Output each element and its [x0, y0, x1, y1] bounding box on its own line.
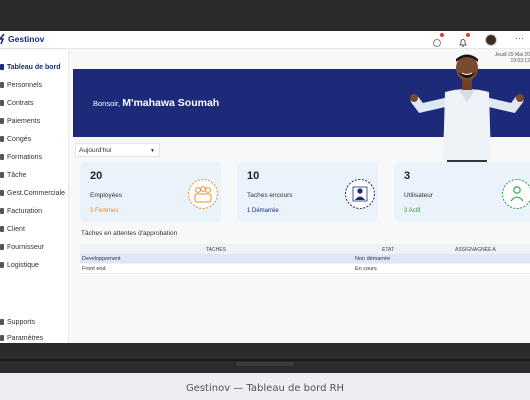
sidebar-item-label: Gest.Commerciale	[7, 189, 65, 197]
approvals-table: TACHES ETAT ASSIGNAGNEE A Developpement …	[80, 244, 530, 274]
sidebar-item-client[interactable]: Client	[0, 221, 25, 237]
greeting-text: Bonsoir, M'mahawa Soumah	[93, 97, 219, 109]
laptop-notch	[236, 362, 294, 366]
stat-sub: 1 Démarrée	[247, 208, 279, 214]
sidebar-item-facturation[interactable]: Facturation	[0, 203, 42, 219]
gear-icon	[0, 335, 4, 341]
sidebar-item-paiements[interactable]: Paiements	[0, 113, 40, 129]
task-cell: Front end	[82, 266, 106, 272]
sidebar-item-label: Personnels	[7, 81, 43, 89]
task-cell: Developpement	[82, 256, 121, 262]
logistics-icon	[0, 262, 4, 268]
stat-label: Employées	[90, 192, 123, 199]
sidebar-item-label: Paramètres	[7, 334, 44, 342]
task-icon	[0, 172, 4, 178]
stat-card-tasks[interactable]: 10 Taches encours 1 Démarrée	[237, 162, 378, 222]
sidebar-item-gest-commerciale[interactable]: Gest.Commerciale	[0, 185, 65, 201]
app-screen: Gestinov ⋯ Jeudi 29 Mai 20 19:03:12 Tabl…	[0, 31, 530, 343]
commerce-icon	[0, 190, 4, 196]
app-name: Gestinov	[8, 34, 45, 44]
dashboard-icon	[0, 64, 4, 70]
stat-number: 3	[404, 170, 411, 182]
sidebar-item-personnels[interactable]: Personnels	[0, 77, 42, 93]
logo-mark-icon	[0, 33, 5, 45]
more-options-icon[interactable]: ⋯	[515, 33, 524, 44]
welcome-illustration	[410, 54, 524, 178]
state-cell: En cours	[355, 266, 377, 272]
column-header: TACHES	[206, 247, 226, 253]
stat-sub: 3 Actif	[404, 208, 421, 214]
sidebar-item-label: Supports	[7, 318, 36, 326]
group-icon	[188, 179, 218, 209]
approvals-title: Tâches en attentes d'approbation	[81, 230, 178, 237]
welcome-banner: Bonsoir, M'mahawa Soumah	[73, 54, 530, 178]
people-icon	[0, 82, 4, 88]
table-header: TACHES ETAT ASSIGNAGNEE A	[80, 244, 530, 254]
column-header: ETAT	[382, 247, 395, 253]
sidebar-item-parametres[interactable]: Paramètres	[0, 330, 43, 343]
client-icon	[0, 226, 4, 232]
sidebar-item-tache[interactable]: Tâche	[0, 167, 26, 183]
stat-card-users[interactable]: 3 Utilisateur 3 Actif	[394, 162, 530, 222]
sidebar-item-label: Contrats	[7, 99, 34, 107]
sidebar-item-logistique[interactable]: Logistique	[0, 257, 39, 273]
stat-card-employees[interactable]: 20 Employées 3 Femmes	[80, 162, 221, 222]
sidebar-item-label: Logistique	[7, 261, 39, 269]
bell-icon[interactable]	[458, 33, 470, 48]
stat-sub: 3 Femmes	[90, 208, 119, 214]
sidebar-item-label: Paiements	[7, 117, 41, 125]
messages-icon[interactable]	[432, 33, 444, 47]
sidebar-item-fournisseur[interactable]: Fournisseur	[0, 239, 44, 255]
sidebar-item-tableau-de-bord[interactable]: Tableau de bord	[0, 59, 61, 75]
notification-badge	[440, 33, 444, 37]
sidebar-item-label: Facturation	[7, 207, 43, 215]
user-avatar[interactable]	[485, 34, 497, 46]
table-row[interactable]: Front end En cours	[80, 264, 530, 274]
sidebar-item-label: Tableau de bord	[7, 63, 61, 71]
sidebar: Tableau de bord Personnels Contrats Paie…	[0, 50, 69, 343]
stat-number: 10	[247, 170, 260, 182]
app-logo[interactable]: Gestinov	[0, 33, 44, 45]
notification-badge	[466, 33, 470, 37]
user-icon	[502, 179, 530, 209]
column-header: ASSIGNAGNEE A	[455, 247, 496, 253]
period-select[interactable]: Aujourd'hui ▼	[75, 143, 160, 157]
stat-number: 20	[90, 170, 103, 182]
sidebar-item-formations[interactable]: Formations	[0, 149, 42, 165]
sidebar-item-label: Fournisseur	[7, 243, 44, 251]
chevron-down-icon: ▼	[150, 148, 155, 154]
task-person-icon	[345, 179, 375, 209]
training-icon	[0, 154, 4, 160]
sidebar-item-label: Congés	[7, 135, 32, 143]
calendar-icon	[0, 136, 4, 142]
sidebar-item-label: Client	[7, 225, 25, 233]
contract-icon	[0, 100, 4, 106]
table-row[interactable]: Developpement Non démarrée	[80, 254, 530, 264]
sidebar-item-supports[interactable]: Supports	[0, 314, 35, 330]
bezel-divider	[0, 359, 530, 361]
supplier-icon	[0, 244, 4, 250]
sidebar-item-label: Formations	[7, 153, 43, 161]
screenshot-caption: Gestinov — Tableau de bord RH	[185, 383, 345, 394]
state-cell: Non démarrée	[355, 256, 391, 262]
sidebar-item-contrats[interactable]: Contrats	[0, 95, 33, 111]
top-header: Gestinov ⋯	[0, 31, 530, 49]
device-bottom-bezel	[0, 343, 530, 373]
support-icon	[0, 319, 4, 325]
stat-label: Utilisateur	[404, 192, 433, 199]
stat-label: Taches encours	[247, 192, 293, 199]
greeting-word: Bonsoir,	[93, 99, 121, 108]
sidebar-item-conges[interactable]: Congés	[0, 131, 31, 147]
sidebar-item-label: Tâche	[7, 171, 27, 179]
invoice-icon	[0, 208, 4, 214]
period-select-value: Aujourd'hui	[79, 146, 112, 154]
device-top-bezel	[0, 0, 530, 31]
user-name: M'mahawa Soumah	[122, 97, 220, 109]
payment-icon	[0, 118, 4, 124]
